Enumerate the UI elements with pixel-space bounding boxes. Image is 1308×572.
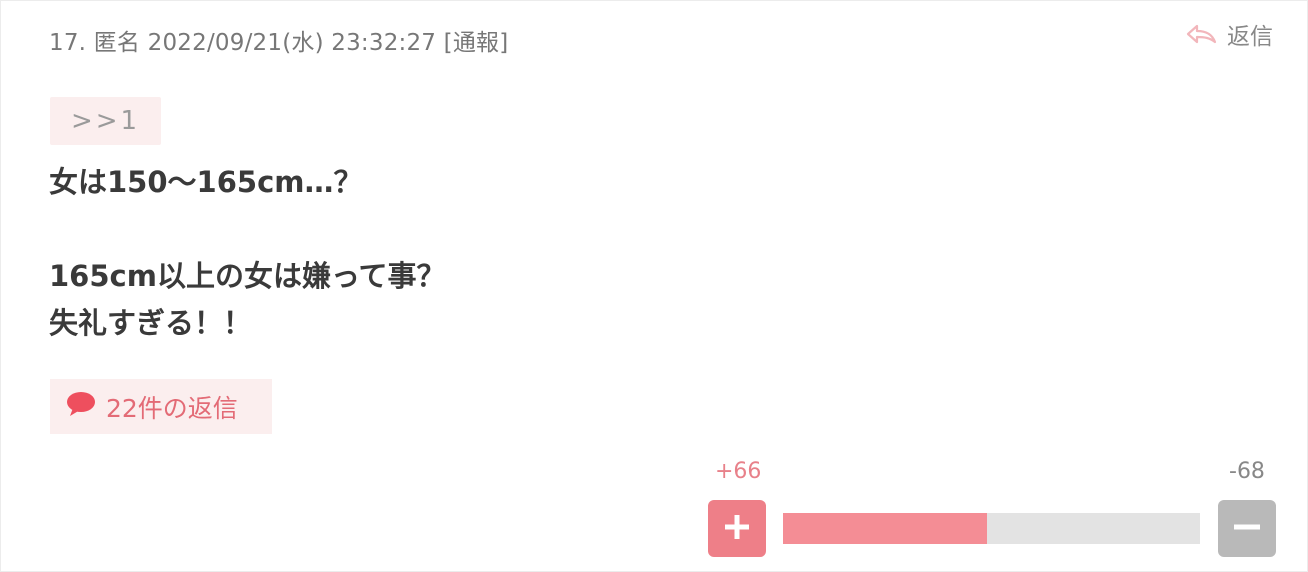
comment-body-line: 女は150〜165cm…？: [49, 165, 363, 199]
comment-body-line: [49, 206, 446, 253]
comment-meta: 17. 匿名 2022/09/21(水) 23:32:27 [通報]: [49, 23, 508, 57]
plus-icon: [723, 513, 751, 545]
speech-bubble-icon: [66, 391, 96, 423]
comment-body: 女は150〜165cm…？ 165cm以上の女は嫌って事？ 失礼すぎる！！: [49, 159, 446, 347]
minus-vote-count: -68: [1229, 459, 1265, 484]
plus-vote-button[interactable]: [708, 500, 766, 557]
reply-label: 返信: [1227, 24, 1273, 50]
report-link[interactable]: [通報]: [444, 30, 509, 56]
anchor-link[interactable]: >>1: [50, 97, 161, 145]
comment-body-line: 失礼すぎる！！: [49, 306, 253, 340]
minus-icon: [1232, 513, 1262, 545]
plus-vote-count: +66: [715, 459, 762, 484]
reply-button[interactable]: 返信: [1185, 17, 1273, 51]
vote-ratio-fill: [783, 513, 988, 544]
minus-vote-button[interactable]: [1218, 500, 1276, 557]
comment-datetime: 2022/09/21(水) 23:32:27: [147, 30, 437, 56]
replies-button[interactable]: 22件の返信: [50, 379, 272, 434]
vote-ratio-bar: [783, 513, 1200, 544]
comment-number: 17.: [49, 30, 87, 56]
comment-body-line: 165cm以上の女は嫌って事？: [49, 259, 446, 293]
reply-arrow-icon: [1185, 23, 1217, 45]
comment-card: 17. 匿名 2022/09/21(水) 23:32:27 [通報] 返信 >>…: [0, 0, 1308, 572]
replies-label: 22件の返信: [106, 393, 238, 423]
comment-author: 匿名: [93, 30, 141, 56]
